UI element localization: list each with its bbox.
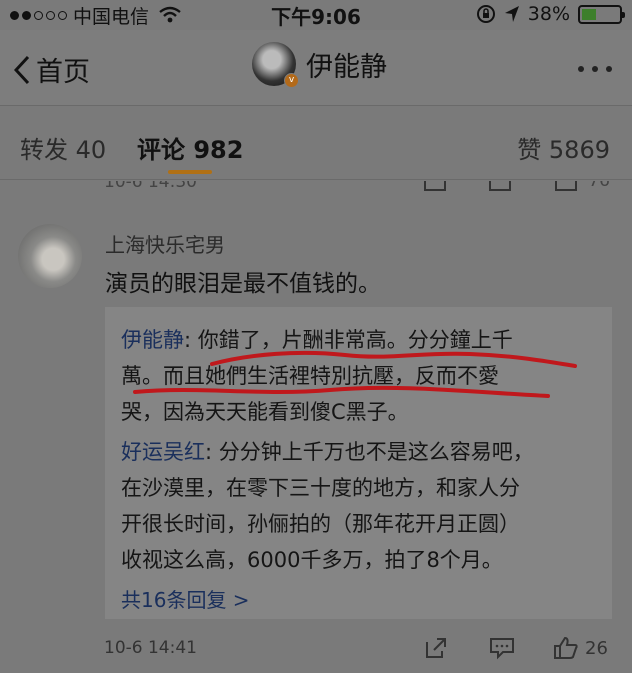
reply-author-name[interactable]: 伊能静	[121, 328, 184, 352]
commenter-name[interactable]: 上海快乐宅男	[105, 229, 225, 258]
reply-line: 开很长时间，孙俪拍的（那年花开月正圆）	[121, 512, 520, 536]
more-options-icon[interactable]	[578, 66, 612, 72]
battery-icon	[578, 4, 625, 24]
reply-icon[interactable]	[489, 636, 515, 660]
rotation-lock-icon	[476, 5, 495, 23]
reply-line: 收视这么高，6000千多万，拍了8个月。	[121, 548, 503, 572]
tab-like[interactable]: 赞 5869	[517, 130, 610, 165]
comment-time: 10-6 14:41	[104, 638, 197, 658]
reply-line: 在沙漠里，在零下三十度的地方，和家人分	[121, 476, 520, 500]
carrier-label: 中国电信	[73, 5, 150, 28]
replies-box[interactable]: 伊能静: 你錯了，片酬非常高。分分鐘上千 萬。而且她們生活裡特別抗壓，反而不愛 …	[105, 307, 612, 619]
page-title: 伊能静	[306, 51, 387, 83]
tab-bar: 转发 40 评论 982 赞 5869	[0, 106, 632, 180]
reply-item[interactable]: 伊能静: 你錯了，片酬非常高。分分鐘上千 萬。而且她們生活裡特別抗壓，反而不愛 …	[121, 322, 598, 430]
verified-badge-icon: v	[284, 73, 299, 88]
wifi-icon	[159, 6, 181, 23]
comment-text: 演员的眼泪是最不值钱的。	[105, 271, 381, 297]
like-icon[interactable]	[555, 181, 577, 191]
like-count: 26	[585, 638, 608, 659]
weibo-comment-screen: 中国电信 下午9:06 38% 首页 v 伊能静 转发 40 评论 982 赞 …	[0, 0, 632, 673]
reply-author-name[interactable]: 好运吴红	[121, 440, 205, 464]
reply-line: 哭，因為天天能看到傻C黑子。	[121, 400, 409, 424]
like-icon[interactable]	[553, 636, 579, 660]
signal-strength-icon	[10, 10, 67, 20]
previous-comment-footer: 10-6 14:30 76	[0, 181, 632, 193]
back-button[interactable]: 首页	[14, 50, 90, 89]
reply-line: 萬。而且她們生活裡特別抗壓，反而不愛	[121, 364, 499, 388]
location-icon	[504, 6, 519, 22]
active-tab-indicator	[168, 170, 212, 174]
profile-header[interactable]: v 伊能静	[252, 42, 387, 88]
status-bar: 中国电信 下午9:06 38%	[0, 0, 632, 30]
comment-footer: 10-6 14:41 26	[0, 628, 632, 673]
clock: 下午9:06	[271, 4, 361, 29]
back-label: 首页	[36, 57, 90, 88]
previous-comment-time: 10-6 14:30	[104, 181, 197, 192]
reply-icon[interactable]	[489, 181, 511, 191]
share-icon[interactable]	[424, 181, 446, 191]
chevron-left-icon	[14, 55, 30, 84]
reply-item[interactable]: 好运吴红: 分分钟上千万也不是这么容易吧， 在沙漠里，在零下三十度的地方，和家人…	[121, 434, 598, 578]
previous-like-count: 76	[588, 181, 610, 191]
reply-line: 伊能静: 你錯了，片酬非常高。分分鐘上千	[121, 328, 513, 352]
more-replies-link[interactable]: 共16条回复 >	[121, 582, 598, 618]
battery-percent: 38%	[527, 3, 570, 25]
tab-comment[interactable]: 评论 982	[137, 130, 243, 165]
commenter-avatar[interactable]	[18, 224, 82, 288]
share-icon[interactable]	[424, 636, 448, 660]
reply-line: 好运吴红: 分分钟上千万也不是这么容易吧，	[121, 440, 534, 464]
avatar[interactable]: v	[252, 42, 299, 88]
navigation-bar: 首页 v 伊能静	[0, 30, 632, 106]
tab-repost[interactable]: 转发 40	[20, 130, 106, 165]
